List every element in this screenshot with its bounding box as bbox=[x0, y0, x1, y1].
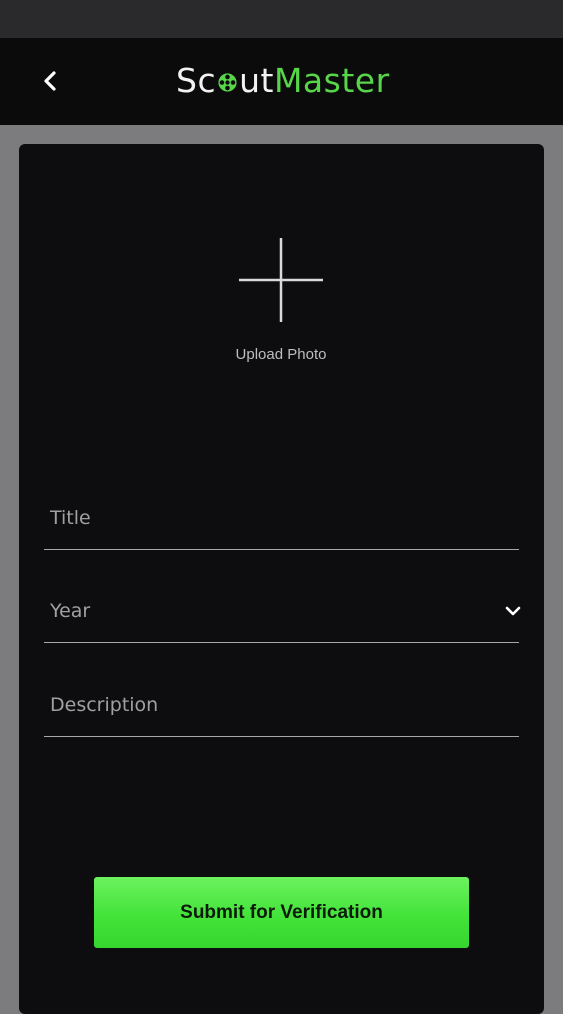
upload-photo-button[interactable]: Upload Photo bbox=[199, 228, 363, 368]
year-select[interactable]: Year bbox=[44, 586, 521, 643]
brand-scout-text: Sc ut bbox=[176, 61, 274, 100]
film-reel-icon bbox=[218, 73, 237, 92]
title-field[interactable]: Title bbox=[44, 493, 519, 550]
brand-logo: Sc utMaster bbox=[176, 59, 390, 103]
brand-scout-pre: Sc bbox=[176, 61, 217, 100]
upload-photo-label: Upload Photo bbox=[235, 346, 327, 363]
back-button[interactable] bbox=[34, 64, 68, 98]
chevron-left-icon bbox=[44, 71, 56, 91]
chevron-down-icon bbox=[505, 606, 521, 616]
description-placeholder: Description bbox=[50, 694, 159, 716]
title-placeholder: Title bbox=[50, 507, 91, 529]
status-bar bbox=[0, 0, 563, 38]
brand-master-text: Master bbox=[273, 61, 390, 100]
app-header: Sc utMaster bbox=[0, 38, 563, 125]
brand-scout-post: ut bbox=[239, 61, 274, 100]
description-field[interactable]: Description bbox=[44, 680, 519, 737]
year-placeholder: Year bbox=[50, 600, 91, 622]
submit-for-verification-button[interactable]: Submit for Verification bbox=[94, 877, 469, 948]
submission-card: Upload Photo Title Year Description Subm… bbox=[19, 144, 544, 1014]
plus-icon bbox=[239, 238, 323, 322]
